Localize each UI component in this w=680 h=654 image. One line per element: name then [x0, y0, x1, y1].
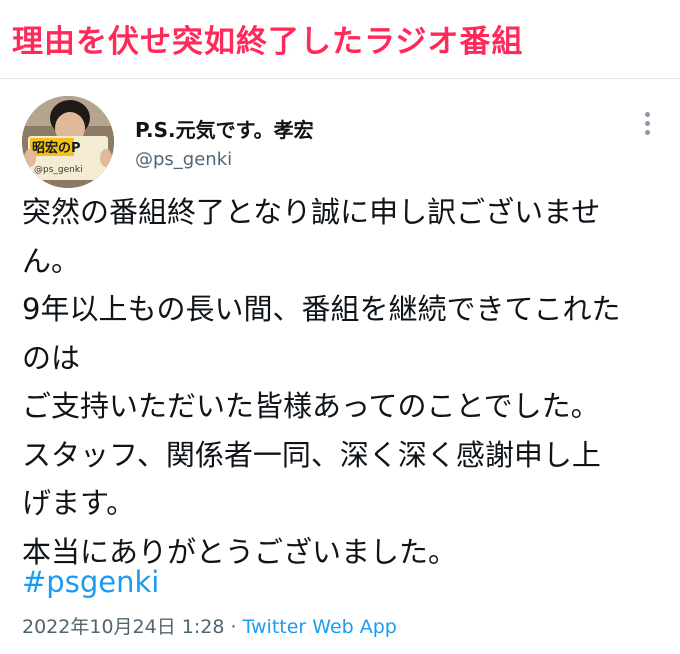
tweet-text-line: 突然の番組終了となり誠に申し訳ございませ — [22, 195, 601, 229]
more-vertical-icon — [644, 111, 650, 117]
tweet-card: 昭宏のP @ps_genki P.S.元気です。孝宏 @ps_genki 突然の… — [0, 80, 680, 654]
tweet-source-link[interactable]: Twitter Web App — [243, 616, 397, 638]
tweet-text-line: のは — [22, 340, 81, 375]
avatar-sign-text: 昭宏のP — [32, 140, 81, 156]
author-handle[interactable]: @ps_genki — [135, 149, 232, 170]
tweet-text: 突然の番組終了となり誠に申し訳ございませ ん。 9年以上もの長い間、番組を継続で… — [22, 188, 662, 576]
tweet-text-line: げます。 — [22, 486, 136, 520]
banner: 理由を伏せ突如終了したラジオ番組 — [0, 0, 680, 79]
more-vertical-icon — [644, 120, 650, 126]
more-vertical-icon — [644, 129, 650, 135]
meta-separator: · — [224, 616, 243, 638]
author-display-name[interactable]: P.S.元気です。孝宏 — [135, 114, 314, 143]
avatar-image: 昭宏のP @ps_genki — [22, 96, 114, 188]
tweet-meta: 2022年10月24日 1:28 · Twitter Web App — [22, 612, 397, 639]
hashtag-link[interactable]: #psgenki — [22, 564, 159, 600]
tweet-text-line: 9年以上もの長い間、番組を継続できてこれた — [22, 292, 621, 326]
avatar[interactable]: 昭宏のP @ps_genki — [22, 96, 114, 188]
more-options-button[interactable] — [634, 108, 660, 138]
tweet-timestamp[interactable]: 2022年10月24日 1:28 — [22, 616, 224, 638]
tweet-text-line: スタッフ、関係者一同、深く深く感謝申し上 — [22, 437, 601, 472]
tweet-text-line: ん。 — [22, 243, 81, 278]
banner-title: 理由を伏せ突如終了したラジオ番組 — [12, 24, 524, 60]
tweet-text-line: ご支持いただいた皆様あってのことでした。 — [22, 389, 600, 423]
avatar-sign-subtext: @ps_genki — [34, 165, 83, 175]
